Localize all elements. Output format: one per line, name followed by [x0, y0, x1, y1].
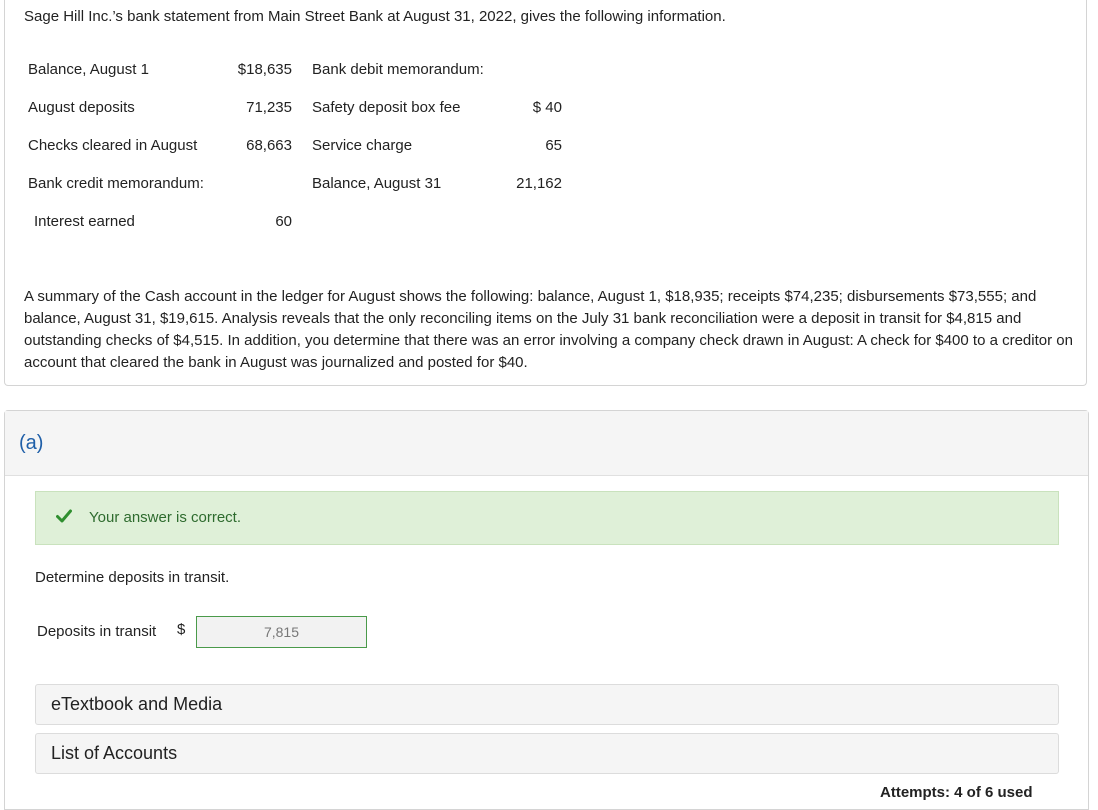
right-row-label: Service charge	[312, 137, 413, 154]
deposits-in-transit-input[interactable]: 7,815	[196, 616, 367, 648]
currency-symbol: $	[177, 621, 186, 638]
left-row-label: Bank credit memorandum:	[28, 175, 204, 192]
deposits-in-transit-label: Deposits in transit	[37, 623, 157, 640]
left-row-label: Interest earned	[34, 213, 135, 230]
feedback-text: Your answer is correct.	[89, 509, 242, 526]
left-row-value: 60	[275, 213, 292, 230]
right-row-value: 21,162	[516, 175, 562, 192]
part-header: (a)	[5, 411, 1088, 476]
left-row-value: 71,235	[246, 99, 292, 116]
attempts-counter: Attempts: 4 of 6 used	[880, 784, 1033, 801]
part-label: (a)	[19, 432, 44, 454]
right-row-label: Bank debit memorandum:	[312, 61, 484, 78]
list-of-accounts-button[interactable]: List of Accounts	[35, 733, 1059, 774]
left-row-value: 68,663	[246, 137, 292, 154]
etextbook-media-button[interactable]: eTextbook and Media	[35, 684, 1059, 725]
question-text: Determine deposits in transit.	[35, 569, 230, 586]
question-part: (a) Your answer is correct. Determine de…	[4, 410, 1089, 810]
left-row-label: Balance, August 1	[28, 61, 149, 78]
left-row-label: Checks cleared in August	[28, 137, 198, 154]
right-row-value: 65	[545, 137, 562, 154]
problem-intro: Sage Hill Inc.’s bank statement from Mai…	[24, 8, 726, 25]
ledger-summary: A summary of the Cash account in the led…	[24, 288, 1073, 371]
checkmark-icon	[56, 509, 72, 523]
correct-feedback-banner: Your answer is correct.	[35, 491, 1059, 545]
right-row-label: Safety deposit box fee	[312, 99, 461, 116]
right-row-label: Balance, August 31	[312, 175, 442, 192]
problem-statement: Sage Hill Inc.’s bank statement from Mai…	[4, 0, 1087, 386]
right-row-value: $ 40	[532, 99, 562, 116]
left-row-value: $18,635	[237, 61, 292, 78]
left-row-label: August deposits	[28, 99, 135, 116]
